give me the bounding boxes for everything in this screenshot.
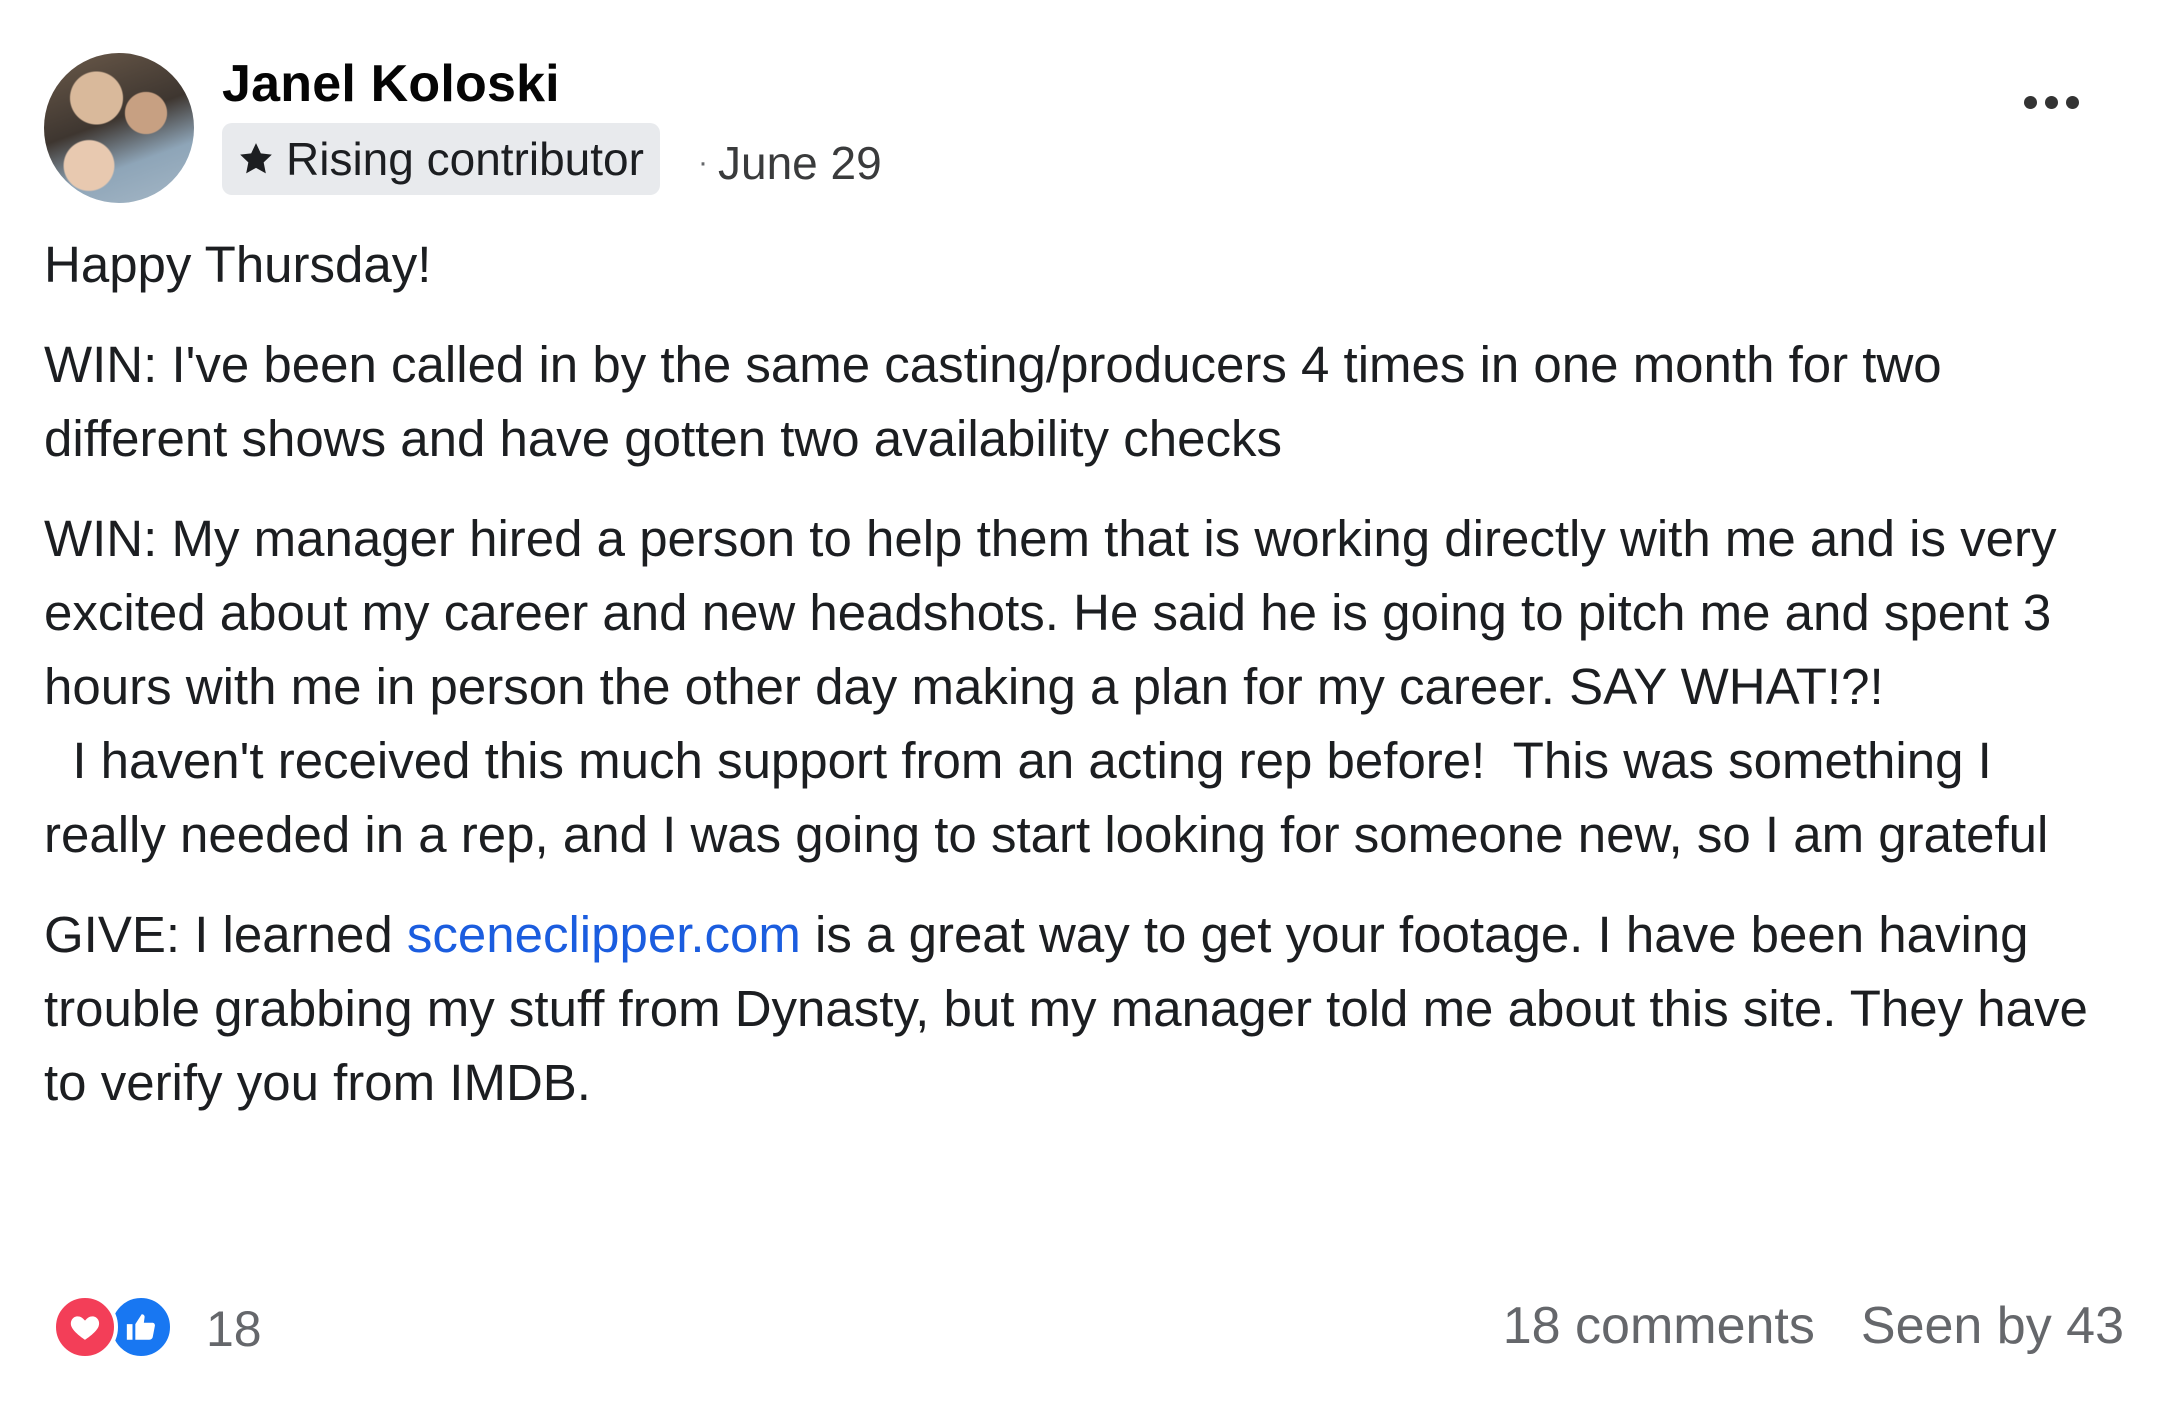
seen-by-count[interactable]: Seen by 43: [1861, 1296, 2124, 1356]
post-body: Happy Thursday! WIN: I've been called in…: [44, 228, 2124, 1120]
sceneclipper-link[interactable]: sceneclipper.com: [407, 906, 801, 963]
comments-count[interactable]: 18 comments: [1503, 1296, 1815, 1356]
badge-label: Rising contributor: [286, 133, 644, 185]
post-paragraph-win-2: WIN: My manager hired a person to help t…: [44, 510, 2057, 715]
contributor-badge[interactable]: Rising contributor: [222, 123, 660, 195]
more-options-icon[interactable]: [2024, 96, 2079, 109]
give-prefix: GIVE: I learned: [44, 906, 407, 963]
love-reaction-icon: [52, 1294, 118, 1360]
post-header: Janel Koloski Rising contributor · June …: [44, 48, 2124, 208]
star-icon: [240, 143, 272, 174]
author-name[interactable]: Janel Koloski: [222, 54, 560, 114]
post-stats: 18 comments Seen by 43: [1503, 1296, 2124, 1356]
post-paragraph-give: GIVE: I learned sceneclipper.com is a gr…: [44, 898, 2124, 1120]
post-card: Janel Koloski Rising contributor · June …: [0, 0, 2160, 1404]
meta-separator: ·: [698, 146, 708, 179]
post-greeting: Happy Thursday!: [44, 236, 432, 293]
avatar[interactable]: [44, 53, 194, 203]
post-date[interactable]: June 29: [718, 136, 882, 190]
post-meta: · June 29: [698, 136, 882, 190]
post-paragraph-win-1: WIN: I've been called in by the same cas…: [44, 336, 1942, 467]
post-paragraph-win-2-continued: I haven't received this much support fro…: [44, 732, 2049, 863]
post-footer: 18 18 comments Seen by 43: [44, 1286, 2124, 1366]
reactions-summary[interactable]: [52, 1292, 174, 1362]
reaction-count[interactable]: 18: [206, 1300, 262, 1358]
